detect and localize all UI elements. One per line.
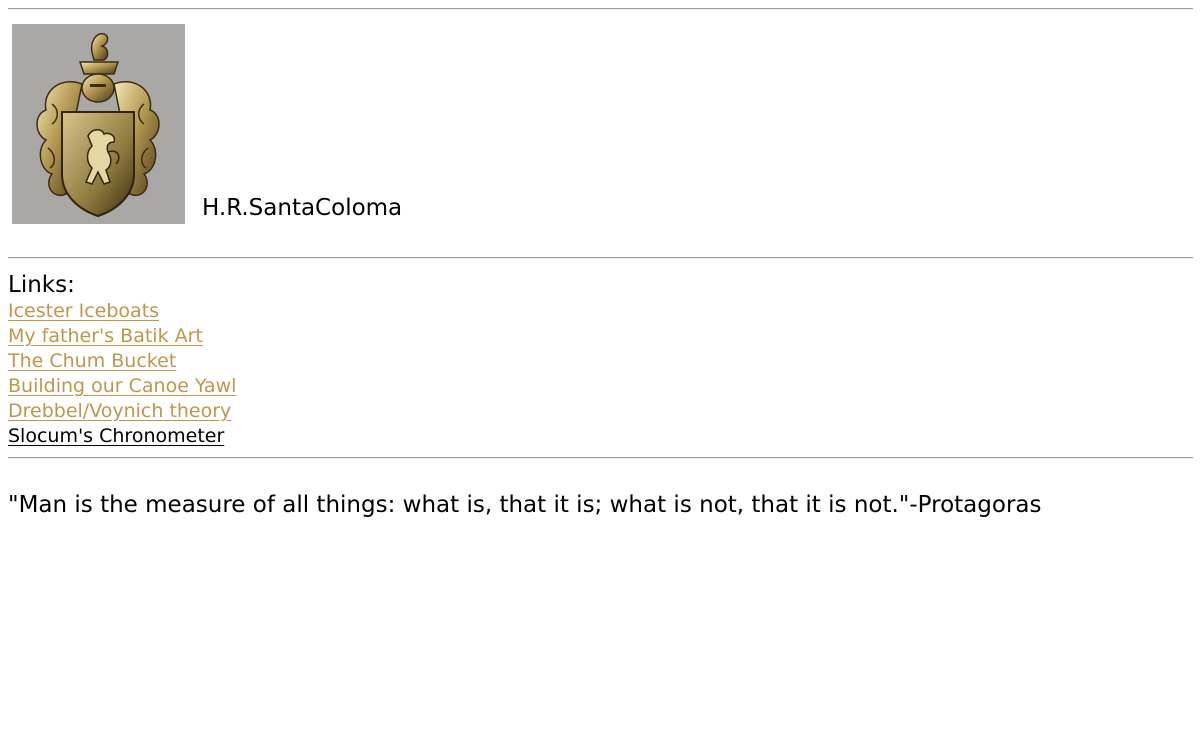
link-chum-bucket[interactable]: The Chum Bucket — [8, 350, 176, 372]
site-title: H.R.SantaColoma — [202, 195, 403, 221]
coat-of-arms-image — [12, 24, 185, 224]
top-divider — [8, 8, 1193, 10]
links-list: Icester Iceboats My father's Batik Art T… — [8, 299, 236, 449]
link-batik-art[interactable]: My father's Batik Art — [8, 325, 203, 347]
protagoras-quote: "Man is the measure of all things: what … — [8, 492, 1042, 518]
list-item: The Chum Bucket — [8, 349, 236, 374]
list-item: Slocum's Chronometer — [8, 424, 236, 449]
list-item: Icester Iceboats — [8, 299, 236, 324]
link-canoe-yawl[interactable]: Building our Canoe Yawl — [8, 375, 236, 397]
link-icester-iceboats[interactable]: Icester Iceboats — [8, 300, 159, 322]
link-drebbel-voynich[interactable]: Drebbel/Voynich theory — [8, 400, 231, 422]
list-item: Drebbel/Voynich theory — [8, 399, 236, 424]
page: H.R.SantaColoma Links: Icester Iceboats … — [0, 0, 1200, 740]
list-item: Building our Canoe Yawl — [8, 374, 236, 399]
bottom-divider — [8, 457, 1193, 459]
link-slocums-chronometer[interactable]: Slocum's Chronometer — [8, 425, 224, 447]
list-item: My father's Batik Art — [8, 324, 236, 349]
links-heading: Links: — [8, 272, 75, 298]
middle-divider — [8, 257, 1193, 259]
